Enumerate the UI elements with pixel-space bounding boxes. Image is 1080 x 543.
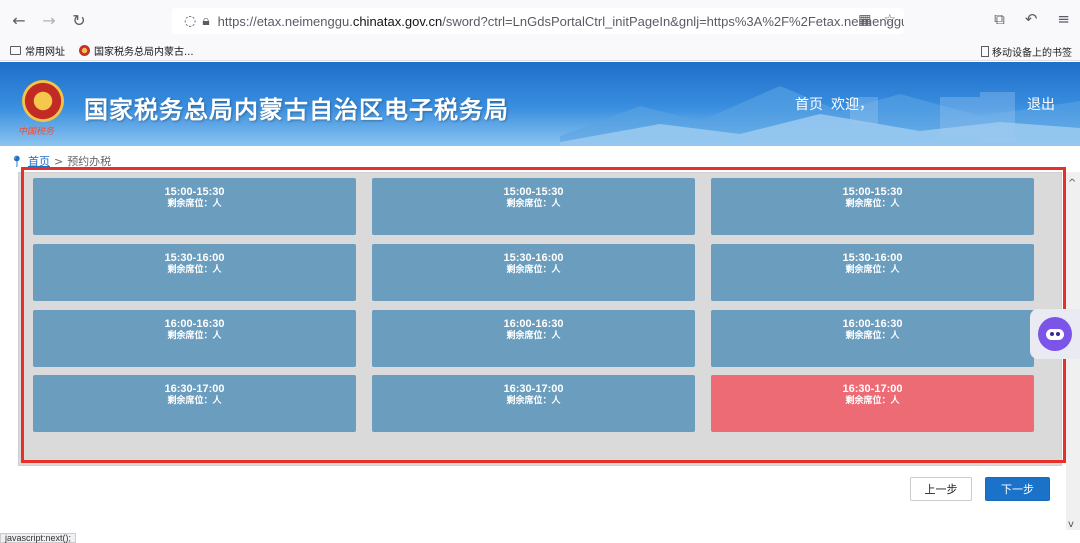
welcome-text: 欢迎， bbox=[831, 97, 873, 113]
remaining-seats-label: 剩余席位：人 bbox=[506, 396, 561, 406]
time-slot-label: 16:00-16:30 bbox=[164, 318, 225, 330]
decor-block bbox=[940, 97, 980, 137]
time-slot-card[interactable]: 16:00-16:30 剩余席位：人 bbox=[372, 310, 695, 367]
bookmark-tax-bureau[interactable]: 国家税务总局内蒙古... bbox=[79, 43, 194, 58]
robot-icon bbox=[1038, 317, 1072, 351]
time-slot-label: 15:30-16:00 bbox=[164, 252, 225, 264]
remaining-seats-label: 剩余席位：人 bbox=[167, 199, 222, 209]
time-slot-label: 15:30-16:00 bbox=[503, 252, 564, 264]
shield-icon[interactable]: ◌ bbox=[184, 13, 196, 29]
time-slot-card[interactable]: 15:00-15:30 剩余席位：人 bbox=[711, 178, 1034, 235]
time-slot-card[interactable]: 16:30-17:00 剩余席位：人 bbox=[711, 375, 1034, 432]
folder-icon bbox=[981, 46, 989, 57]
remaining-seats-label: 剩余席位：人 bbox=[167, 396, 222, 406]
star-icon[interactable]: ☆ bbox=[883, 12, 896, 28]
time-slot-label: 16:30-17:00 bbox=[164, 383, 225, 395]
time-slot-label: 16:30-17:00 bbox=[842, 383, 903, 395]
folder-icon bbox=[10, 45, 21, 55]
nav-home-link[interactable]: 首页 bbox=[795, 94, 823, 114]
prev-step-button[interactable]: 上一步 bbox=[910, 477, 972, 501]
url-text[interactable]: https://etax.neimenggu.chinatax.gov.cn/s… bbox=[218, 14, 904, 29]
bookmarks-bar: 常用网址 国家税务总局内蒙古... 移动设备上的书签 bbox=[0, 40, 1080, 61]
time-slot-card[interactable]: 16:00-16:30 剩余席位：人 bbox=[33, 310, 356, 367]
emblem-icon bbox=[79, 44, 90, 56]
breadcrumb-home-link[interactable]: 首页 bbox=[28, 153, 50, 169]
location-pin-icon: 📍︎ bbox=[10, 154, 24, 168]
time-slot-card[interactable]: 15:30-16:00 剩余席位：人 bbox=[711, 244, 1034, 301]
logo-text: 中国税务 bbox=[18, 127, 55, 137]
remaining-seats-label: 剩余席位：人 bbox=[167, 265, 222, 275]
remaining-seats-label: 剩余席位：人 bbox=[845, 331, 900, 341]
remaining-seats-label: 剩余席位：人 bbox=[167, 331, 222, 341]
scroll-down-icon[interactable]: v bbox=[1068, 519, 1074, 530]
assistant-robot-button[interactable] bbox=[1030, 309, 1080, 359]
browser-toolbar: ← → ↻ ◌ 🔒︎ https://etax.neimenggu.chinat… bbox=[0, 0, 1080, 40]
remaining-seats-label: 剩余席位：人 bbox=[506, 265, 561, 275]
time-slot-card[interactable]: 15:00-15:30 剩余席位：人 bbox=[33, 178, 356, 235]
remaining-seats-label: 剩余席位：人 bbox=[506, 199, 561, 209]
lock-icon[interactable]: 🔒︎ bbox=[202, 13, 209, 29]
menu-icon[interactable]: ≡ bbox=[1057, 10, 1070, 28]
remaining-seats-label: 剩余席位：人 bbox=[506, 331, 561, 341]
tax-emblem-icon bbox=[22, 80, 64, 122]
scroll-up-icon[interactable]: ^ bbox=[1068, 178, 1076, 189]
time-slot-label: 15:00-15:30 bbox=[503, 186, 564, 198]
time-slot-card[interactable]: 16:00-16:30 剩余席位：人 bbox=[711, 310, 1034, 367]
reload-icon[interactable]: ↻ bbox=[68, 9, 90, 31]
time-slot-card[interactable]: 16:30-17:00 剩余席位：人 bbox=[372, 375, 695, 432]
screenshot-icon[interactable]: ⧉ bbox=[994, 10, 1005, 28]
next-step-button[interactable]: 下一步 bbox=[985, 477, 1050, 501]
time-slot-card[interactable]: 16:30-17:00 剩余席位：人 bbox=[33, 375, 356, 432]
site-title: 国家税务总局内蒙古自治区电子税务局 bbox=[84, 96, 509, 124]
address-bar[interactable]: ◌ 🔒︎ https://etax.neimenggu.chinatax.gov… bbox=[172, 8, 904, 34]
time-slot-label: 15:00-15:30 bbox=[842, 186, 903, 198]
breadcrumb-current: 预约办税 bbox=[67, 155, 112, 168]
remaining-seats-label: 剩余席位：人 bbox=[845, 396, 900, 406]
time-slot-label: 15:30-16:00 bbox=[842, 252, 903, 264]
breadcrumb: 📍︎ 首页 > 预约办税 bbox=[10, 153, 111, 169]
time-slot-label: 16:00-16:30 bbox=[842, 318, 903, 330]
bookmark-common-sites[interactable]: 常用网址 bbox=[10, 43, 65, 58]
undo-icon[interactable]: ↶ bbox=[1025, 10, 1038, 28]
time-slot-card[interactable]: 15:30-16:00 剩余席位：人 bbox=[33, 244, 356, 301]
mobile-bookmarks[interactable]: 移动设备上的书签 bbox=[981, 44, 1072, 59]
site-header: 中国税务 国家税务总局内蒙古自治区电子税务局 首页 欢迎， 退出 bbox=[0, 62, 1080, 146]
qr-code-icon[interactable]: ▦ bbox=[858, 12, 871, 28]
time-slot-label: 15:00-15:30 bbox=[164, 186, 225, 198]
remaining-seats-label: 剩余席位：人 bbox=[845, 199, 900, 209]
time-slot-card[interactable]: 15:00-15:30 剩余席位：人 bbox=[372, 178, 695, 235]
breadcrumb-separator: > bbox=[53, 154, 64, 168]
logout-link[interactable]: 退出 bbox=[1027, 94, 1055, 114]
back-arrow-icon[interactable]: ← bbox=[8, 9, 30, 31]
forward-arrow-icon[interactable]: → bbox=[38, 9, 60, 31]
remaining-seats-label: 剩余席位：人 bbox=[845, 265, 900, 275]
header-nav: 首页 欢迎， bbox=[795, 94, 873, 114]
decor-block bbox=[980, 92, 1015, 142]
status-bar: javascript:next(); bbox=[0, 533, 77, 543]
time-slot-card[interactable]: 15:30-16:00 剩余席位：人 bbox=[372, 244, 695, 301]
time-slot-label: 16:30-17:00 bbox=[503, 383, 564, 395]
time-slot-label: 16:00-16:30 bbox=[503, 318, 564, 330]
